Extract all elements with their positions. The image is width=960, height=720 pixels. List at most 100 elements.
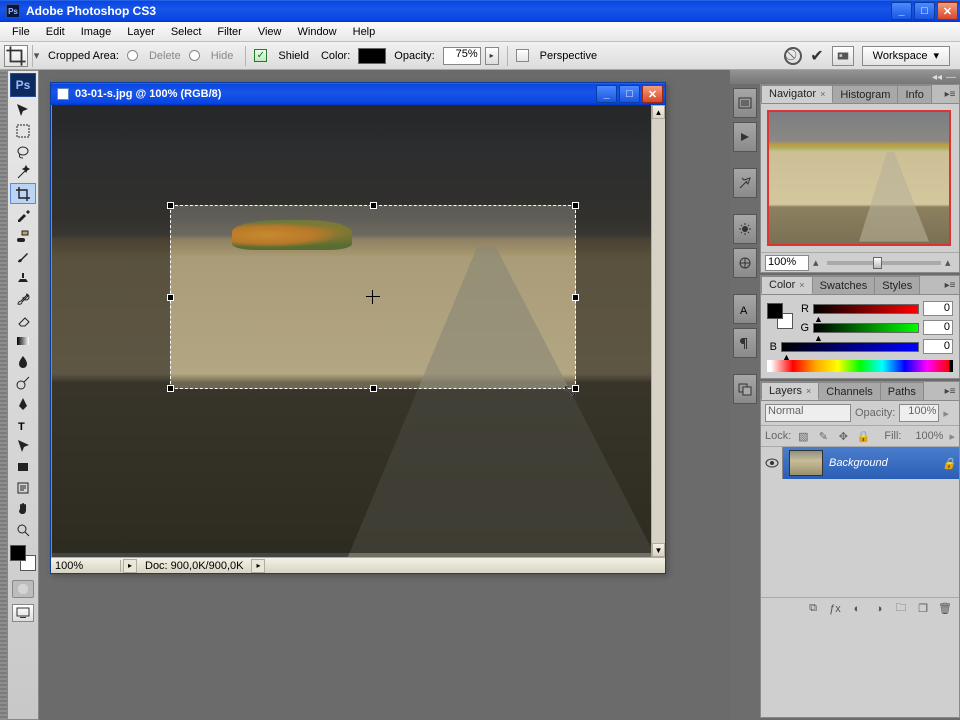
crop-handle-se[interactable] <box>572 385 579 392</box>
pen-tool[interactable] <box>10 393 36 414</box>
navigator-zoom-field[interactable]: 100% <box>765 255 809 271</box>
vertical-scrollbar[interactable]: ▲ ▼ <box>651 105 665 557</box>
blend-mode-select[interactable]: Normal <box>765 404 851 422</box>
screen-mode-button[interactable] <box>12 604 34 622</box>
history-dock-icon[interactable] <box>733 88 757 118</box>
perspective-checkbox[interactable] <box>516 49 529 62</box>
layer-opacity-field[interactable]: 100% <box>899 404 939 422</box>
new-group-icon[interactable]: 🗀 <box>893 601 909 617</box>
rectangle-shape-tool[interactable] <box>10 456 36 477</box>
lock-transparency-icon[interactable]: ▧ <box>795 428 811 444</box>
quick-mask-toggle[interactable] <box>12 580 34 598</box>
layer-thumbnail[interactable] <box>789 450 823 476</box>
healing-brush-tool[interactable] <box>10 225 36 246</box>
document-canvas-area[interactable]: ⤡ <box>52 105 651 557</box>
gradient-tool[interactable] <box>10 330 36 351</box>
minimize-button[interactable]: _ <box>891 2 912 20</box>
scroll-up-button[interactable]: ▲ <box>652 105 665 119</box>
opacity-field[interactable]: 75% <box>443 47 481 65</box>
maximize-button[interactable]: □ <box>914 2 935 20</box>
tool-presets-dock-icon[interactable] <box>733 168 757 198</box>
crop-tool[interactable] <box>10 183 36 204</box>
tab-info[interactable]: Info <box>897 85 931 103</box>
close-icon[interactable]: × <box>806 386 811 396</box>
menu-window[interactable]: Window <box>290 22 345 41</box>
tool-preset-button[interactable] <box>4 45 28 67</box>
menu-image[interactable]: Image <box>73 22 120 41</box>
document-title-bar[interactable]: 03-01-s.jpg @ 100% (RGB/8) _ □ ✕ <box>51 83 665 105</box>
tab-histogram[interactable]: Histogram <box>832 85 898 103</box>
shield-color-swatch[interactable] <box>358 48 386 64</box>
adjustment-layer-icon[interactable]: ◑ <box>871 601 887 617</box>
crop-handle-n[interactable] <box>370 202 377 209</box>
magic-wand-tool[interactable] <box>10 162 36 183</box>
zoom-tool[interactable] <box>10 519 36 540</box>
menu-help[interactable]: Help <box>345 22 384 41</box>
left-dock-strip[interactable] <box>0 70 7 720</box>
blur-tool[interactable] <box>10 351 36 372</box>
brush-tool[interactable] <box>10 246 36 267</box>
actions-dock-icon[interactable] <box>733 122 757 152</box>
slider-thumb[interactable] <box>873 257 882 269</box>
new-layer-icon[interactable]: ❐ <box>915 601 931 617</box>
tab-color[interactable]: Color× <box>761 276 813 294</box>
tab-paths[interactable]: Paths <box>880 382 924 400</box>
delete-layer-icon[interactable]: 🗑 <box>937 601 953 617</box>
layers-list[interactable]: Background 🔒 <box>761 447 959 597</box>
crop-handle-sw[interactable] <box>167 385 174 392</box>
zoom-out-icon[interactable]: ▴ <box>813 256 823 269</box>
layer-row-background[interactable]: Background 🔒 <box>761 447 959 479</box>
tab-swatches[interactable]: Swatches <box>812 276 876 294</box>
hide-radio[interactable] <box>189 50 200 61</box>
navigator-thumbnail[interactable] <box>767 110 951 246</box>
history-brush-tool[interactable] <box>10 288 36 309</box>
menu-filter[interactable]: Filter <box>209 22 249 41</box>
g-slider[interactable]: ▲ <box>813 323 919 333</box>
tab-navigator[interactable]: Navigator× <box>761 85 833 103</box>
eraser-tool[interactable] <box>10 309 36 330</box>
navigator-zoom-slider[interactable] <box>827 261 941 265</box>
layer-comps-dock-icon[interactable] <box>733 374 757 404</box>
r-slider[interactable]: ▲ <box>813 304 919 314</box>
path-selection-tool[interactable] <box>10 435 36 456</box>
crop-handle-nw[interactable] <box>167 202 174 209</box>
lock-position-icon[interactable]: ✥ <box>835 428 851 444</box>
collapse-icon[interactable]: ◂◂ <box>932 72 942 83</box>
notes-tool[interactable] <box>10 477 36 498</box>
hand-tool[interactable] <box>10 498 36 519</box>
menu-select[interactable]: Select <box>163 22 210 41</box>
tab-styles[interactable]: Styles <box>874 276 920 294</box>
workspace-button[interactable]: Workspace ▾ <box>862 46 950 66</box>
b-slider[interactable]: ▲ <box>781 342 919 352</box>
chevron-right-icon[interactable]: ▸ <box>943 407 949 420</box>
paragraph-dock-icon[interactable] <box>733 328 757 358</box>
zoom-level-field[interactable]: 100% <box>51 560 121 572</box>
panel-dock-header[interactable]: ◂◂ — <box>730 70 960 84</box>
panel-menu-icon[interactable]: ▸≡ <box>943 87 957 101</box>
cancel-crop-button[interactable]: ⃠ <box>784 47 802 65</box>
go-to-bridge-button[interactable] <box>832 46 854 66</box>
b-value-field[interactable]: 0 <box>923 339 953 354</box>
document-maximize-button[interactable]: □ <box>619 85 640 103</box>
opacity-dropdown[interactable]: ▸ <box>485 47 499 65</box>
shield-checkbox[interactable]: ✓ <box>254 49 267 62</box>
status-popup-button[interactable]: ▸ <box>251 559 265 573</box>
lasso-tool[interactable] <box>10 141 36 162</box>
document-minimize-button[interactable]: _ <box>596 85 617 103</box>
layer-fill-field[interactable]: 100% <box>905 430 945 442</box>
layer-style-icon[interactable]: ƒx <box>827 601 843 617</box>
close-button[interactable]: ✕ <box>937 2 958 20</box>
clone-source-dock-icon[interactable] <box>733 248 757 278</box>
menu-view[interactable]: View <box>250 22 290 41</box>
delete-radio[interactable] <box>127 50 138 61</box>
move-tool[interactable] <box>10 99 36 120</box>
g-value-field[interactable]: 0 <box>923 320 953 335</box>
marquee-tool[interactable] <box>10 120 36 141</box>
foreground-background-colors[interactable] <box>9 544 37 572</box>
color-panel-swatches[interactable] <box>767 303 793 329</box>
crop-handle-ne[interactable] <box>572 202 579 209</box>
link-layers-icon[interactable]: ⧉ <box>805 601 821 617</box>
tool-preset-dropdown[interactable]: ▾ <box>32 45 40 67</box>
crop-handle-w[interactable] <box>167 294 174 301</box>
lock-all-icon[interactable]: 🔒 <box>855 428 871 444</box>
